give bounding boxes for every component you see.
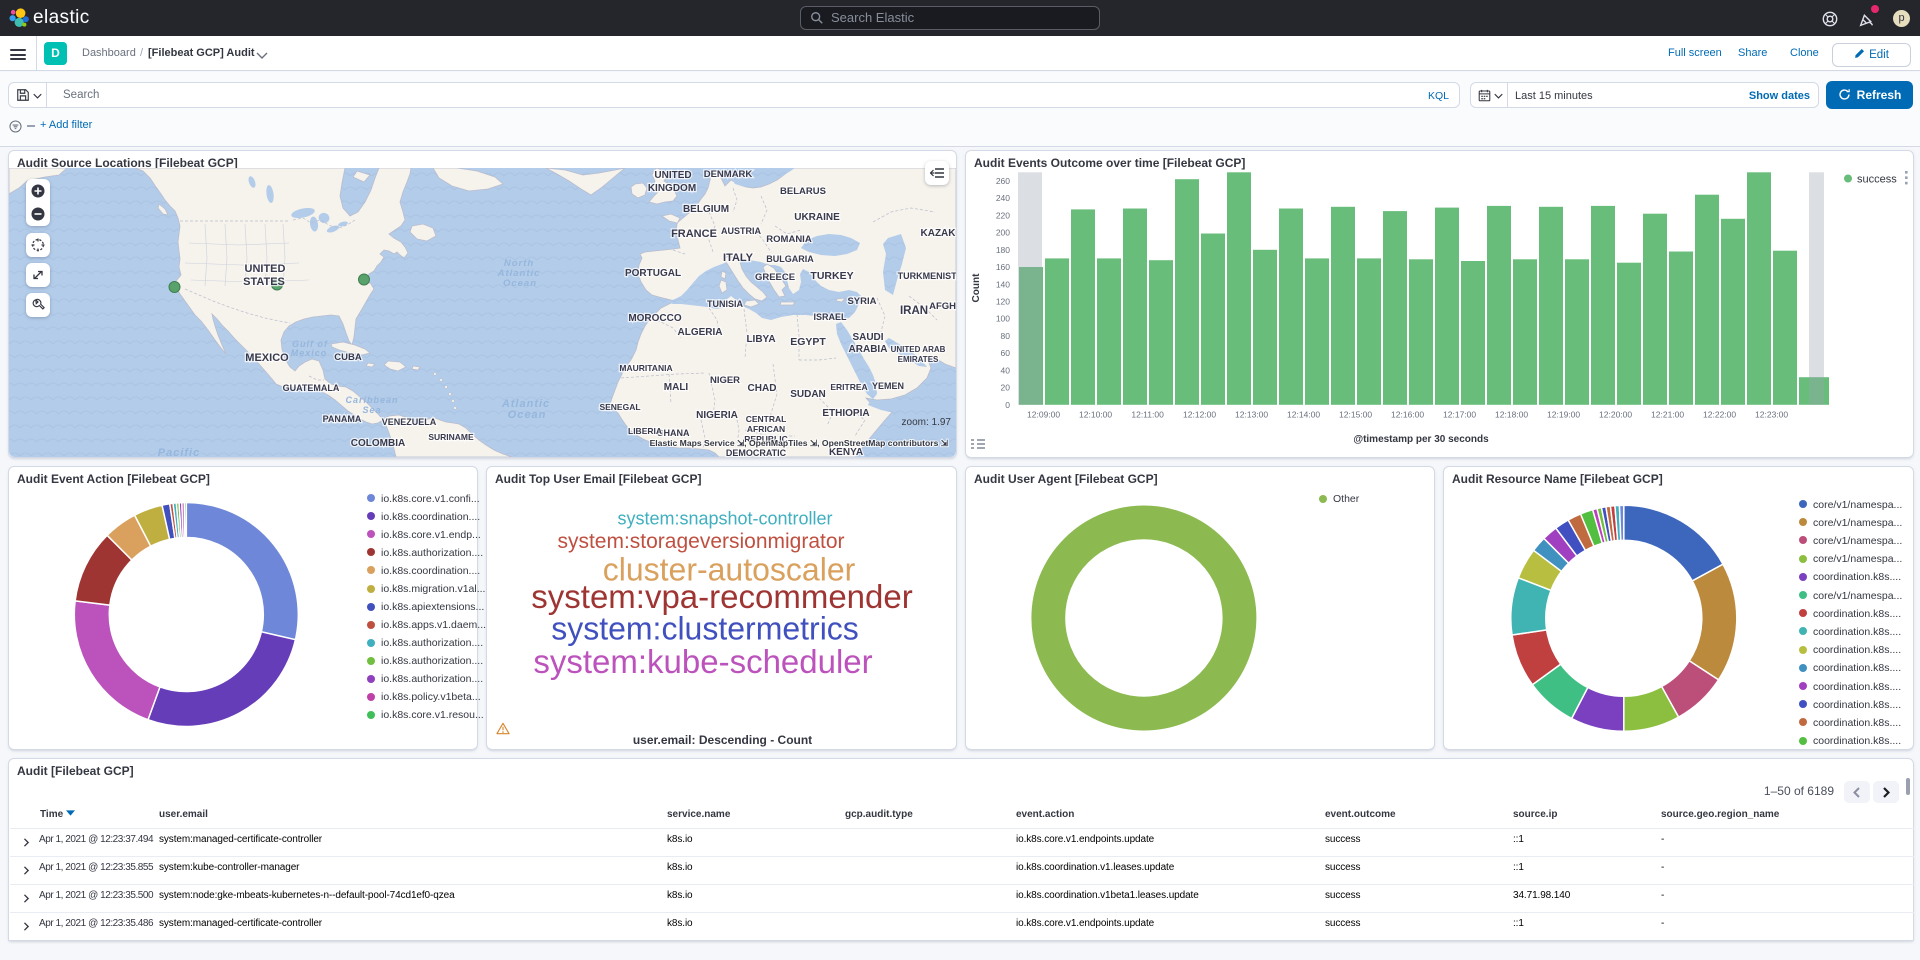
svg-text:DENMARK: DENMARK [704, 169, 753, 180]
svg-text:12:15:00: 12:15:00 [1339, 410, 1372, 420]
svg-text:Ocean: Ocean [508, 409, 547, 421]
svg-text:12:10:00: 12:10:00 [1079, 410, 1112, 420]
svg-text:TUNISIA: TUNISIA [707, 299, 744, 309]
svg-text:12:09:00: 12:09:00 [1027, 410, 1060, 420]
svg-text:ALGERIA: ALGERIA [678, 327, 723, 338]
svg-text:AUSTRIA: AUSTRIA [721, 226, 761, 236]
svg-text:MAURITANIA: MAURITANIA [619, 363, 672, 373]
svg-text:@timestamp per 30 seconds: @timestamp per 30 seconds [1353, 434, 1489, 445]
svg-text:120: 120 [996, 297, 1010, 307]
svg-text:CUBA: CUBA [334, 352, 362, 363]
svg-text:AFRICAN: AFRICAN [747, 424, 785, 434]
svg-text:PANAMA: PANAMA [323, 414, 362, 424]
svg-text:ITALY: ITALY [723, 252, 754, 264]
svg-text:100: 100 [996, 314, 1010, 324]
svg-text:UKRAINE: UKRAINE [794, 212, 840, 223]
svg-text:GUATEMALA: GUATEMALA [283, 383, 340, 393]
svg-text:IRAN: IRAN [900, 305, 928, 317]
svg-text:PORTUGAL: PORTUGAL [625, 268, 681, 279]
svg-text:180: 180 [996, 245, 1010, 255]
svg-text:FRANCE: FRANCE [671, 228, 717, 240]
svg-text:YEMEN: YEMEN [872, 381, 904, 391]
svg-text:12:22:00: 12:22:00 [1703, 410, 1736, 420]
svg-text:MEXICO: MEXICO [245, 352, 289, 364]
svg-text:UNITED ARAB: UNITED ARAB [891, 345, 946, 354]
svg-text:0: 0 [1005, 400, 1010, 410]
svg-text:ERITREA: ERITREA [830, 382, 867, 392]
svg-text:success: success [1857, 174, 1897, 186]
svg-text:VENEZUELA: VENEZUELA [382, 417, 437, 427]
svg-text:CHAD: CHAD [748, 383, 777, 394]
svg-text:ARABIA: ARABIA [849, 344, 888, 355]
svg-text:ROMANIA: ROMANIA [766, 234, 812, 245]
svg-text:12:14:00: 12:14:00 [1287, 410, 1320, 420]
svg-text:EGYPT: EGYPT [790, 336, 826, 348]
svg-text:SYRIA: SYRIA [847, 296, 876, 307]
svg-text:SAUDI: SAUDI [852, 332, 883, 343]
svg-text:SURINAME: SURINAME [428, 432, 474, 442]
svg-text:20: 20 [1001, 383, 1011, 393]
svg-text:COLOMBIA: COLOMBIA [351, 438, 405, 449]
svg-text:160: 160 [996, 262, 1010, 272]
svg-text:260: 260 [996, 176, 1010, 186]
svg-text:BELARUS: BELARUS [780, 186, 826, 197]
svg-text:60: 60 [1001, 348, 1011, 358]
svg-text:UNITED: UNITED [245, 263, 286, 275]
svg-text:UNITED: UNITED [654, 170, 691, 181]
svg-text:12:18:00: 12:18:00 [1495, 410, 1528, 420]
svg-text:140: 140 [996, 279, 1010, 289]
svg-text:NIGER: NIGER [710, 375, 740, 386]
svg-text:40: 40 [1001, 365, 1011, 375]
svg-text:12:13:00: 12:13:00 [1235, 410, 1268, 420]
svg-text:SUDAN: SUDAN [790, 389, 826, 400]
svg-text:LIBYA: LIBYA [746, 334, 775, 345]
svg-text:EMIRATES: EMIRATES [898, 355, 939, 364]
svg-text:240: 240 [996, 193, 1010, 203]
svg-text:Ocean: Ocean [503, 278, 537, 289]
svg-text:ISRAEL: ISRAEL [813, 312, 847, 322]
svg-text:DEMOCRATIC: DEMOCRATIC [726, 448, 787, 457]
svg-text:KINGDOM: KINGDOM [648, 183, 696, 194]
svg-text:Count: Count [971, 273, 982, 303]
svg-text:zoom: 1.97: zoom: 1.97 [902, 417, 952, 428]
svg-text:KENYA: KENYA [829, 447, 863, 457]
svg-text:AFGHA: AFGHA [929, 301, 956, 312]
svg-text:12:21:00: 12:21:00 [1651, 410, 1684, 420]
svg-text:Pacific: Pacific [158, 447, 200, 457]
svg-text:TURKEY: TURKEY [810, 270, 853, 282]
svg-text:12:19:00: 12:19:00 [1547, 410, 1580, 420]
svg-text:Elastic Maps Service ⇲, OpenM: Elastic Maps Service ⇲, OpenMapTiles ⇲, … [650, 438, 949, 448]
svg-text:220: 220 [996, 210, 1010, 220]
svg-text:STATES: STATES [243, 276, 285, 288]
svg-text:12:23:00: 12:23:00 [1755, 410, 1788, 420]
svg-text:Caribbean: Caribbean [345, 395, 398, 405]
svg-text:80: 80 [1001, 331, 1011, 341]
svg-text:CENTRAL: CENTRAL [746, 414, 787, 424]
svg-text:12:12:00: 12:12:00 [1183, 410, 1216, 420]
svg-text:BELGIUM: BELGIUM [683, 204, 729, 215]
svg-text:Mexico: Mexico [291, 348, 328, 358]
svg-text:MOROCCO: MOROCCO [628, 313, 682, 324]
svg-text:12:17:00: 12:17:00 [1443, 410, 1476, 420]
svg-text:TURKMENISTA: TURKMENISTA [898, 271, 956, 281]
svg-text:12:11:00: 12:11:00 [1131, 410, 1164, 420]
svg-text:BULGARIA: BULGARIA [766, 254, 814, 264]
svg-text:Sea: Sea [362, 405, 381, 415]
svg-text:MALI: MALI [664, 382, 689, 393]
svg-text:12:16:00: 12:16:00 [1391, 410, 1424, 420]
svg-text:LIBERIA: LIBERIA [628, 426, 662, 436]
svg-text:ETHIOPIA: ETHIOPIA [822, 408, 869, 419]
svg-text:12:20:00: 12:20:00 [1599, 410, 1632, 420]
svg-text:SENEGAL: SENEGAL [599, 402, 640, 412]
svg-text:GREECE: GREECE [755, 272, 795, 283]
svg-text:200: 200 [996, 228, 1010, 238]
svg-text:KAZAK: KAZAK [921, 228, 957, 239]
svg-text:NIGERIA: NIGERIA [696, 410, 738, 421]
